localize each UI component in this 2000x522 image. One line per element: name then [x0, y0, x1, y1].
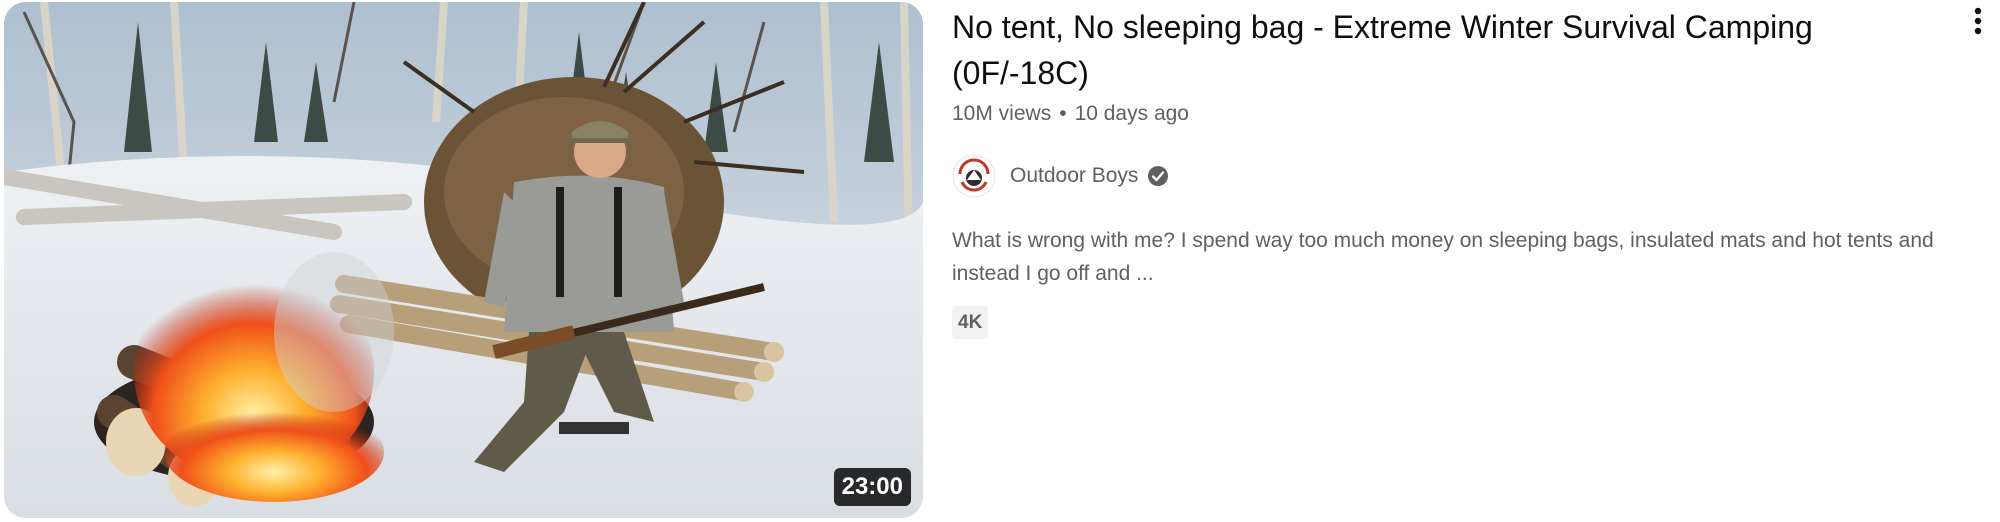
verified-check-icon [1146, 164, 1170, 188]
avatar-image [952, 154, 996, 198]
video-title[interactable]: No tent, No sleeping bag - Extreme Winte… [952, 4, 1852, 96]
quality-badge: 4K [952, 306, 989, 339]
more-vertical-icon [1974, 7, 1982, 35]
duration-badge: 23:00 [833, 468, 911, 506]
thumbnail-image [4, 2, 923, 518]
channel-link[interactable]: Outdoor Boys [952, 154, 1170, 198]
view-count: 10M views [952, 102, 1052, 125]
meta-separator: • [1059, 102, 1067, 125]
video-result: 23:00 No tent, No sleeping bag - Extreme… [0, 0, 2000, 522]
video-metadata: 10M views • 10 days ago [952, 100, 1189, 128]
video-description: What is wrong with me? I spend way too m… [952, 229, 1934, 285]
more-actions-button[interactable] [1962, 4, 1994, 44]
channel-avatar[interactable] [952, 154, 996, 198]
upload-age: 10 days ago [1074, 102, 1189, 125]
video-details: No tent, No sleeping bag - Extreme Winte… [952, 0, 1972, 522]
video-thumbnail[interactable]: 23:00 [4, 2, 923, 518]
channel-name[interactable]: Outdoor Boys [1010, 164, 1138, 188]
